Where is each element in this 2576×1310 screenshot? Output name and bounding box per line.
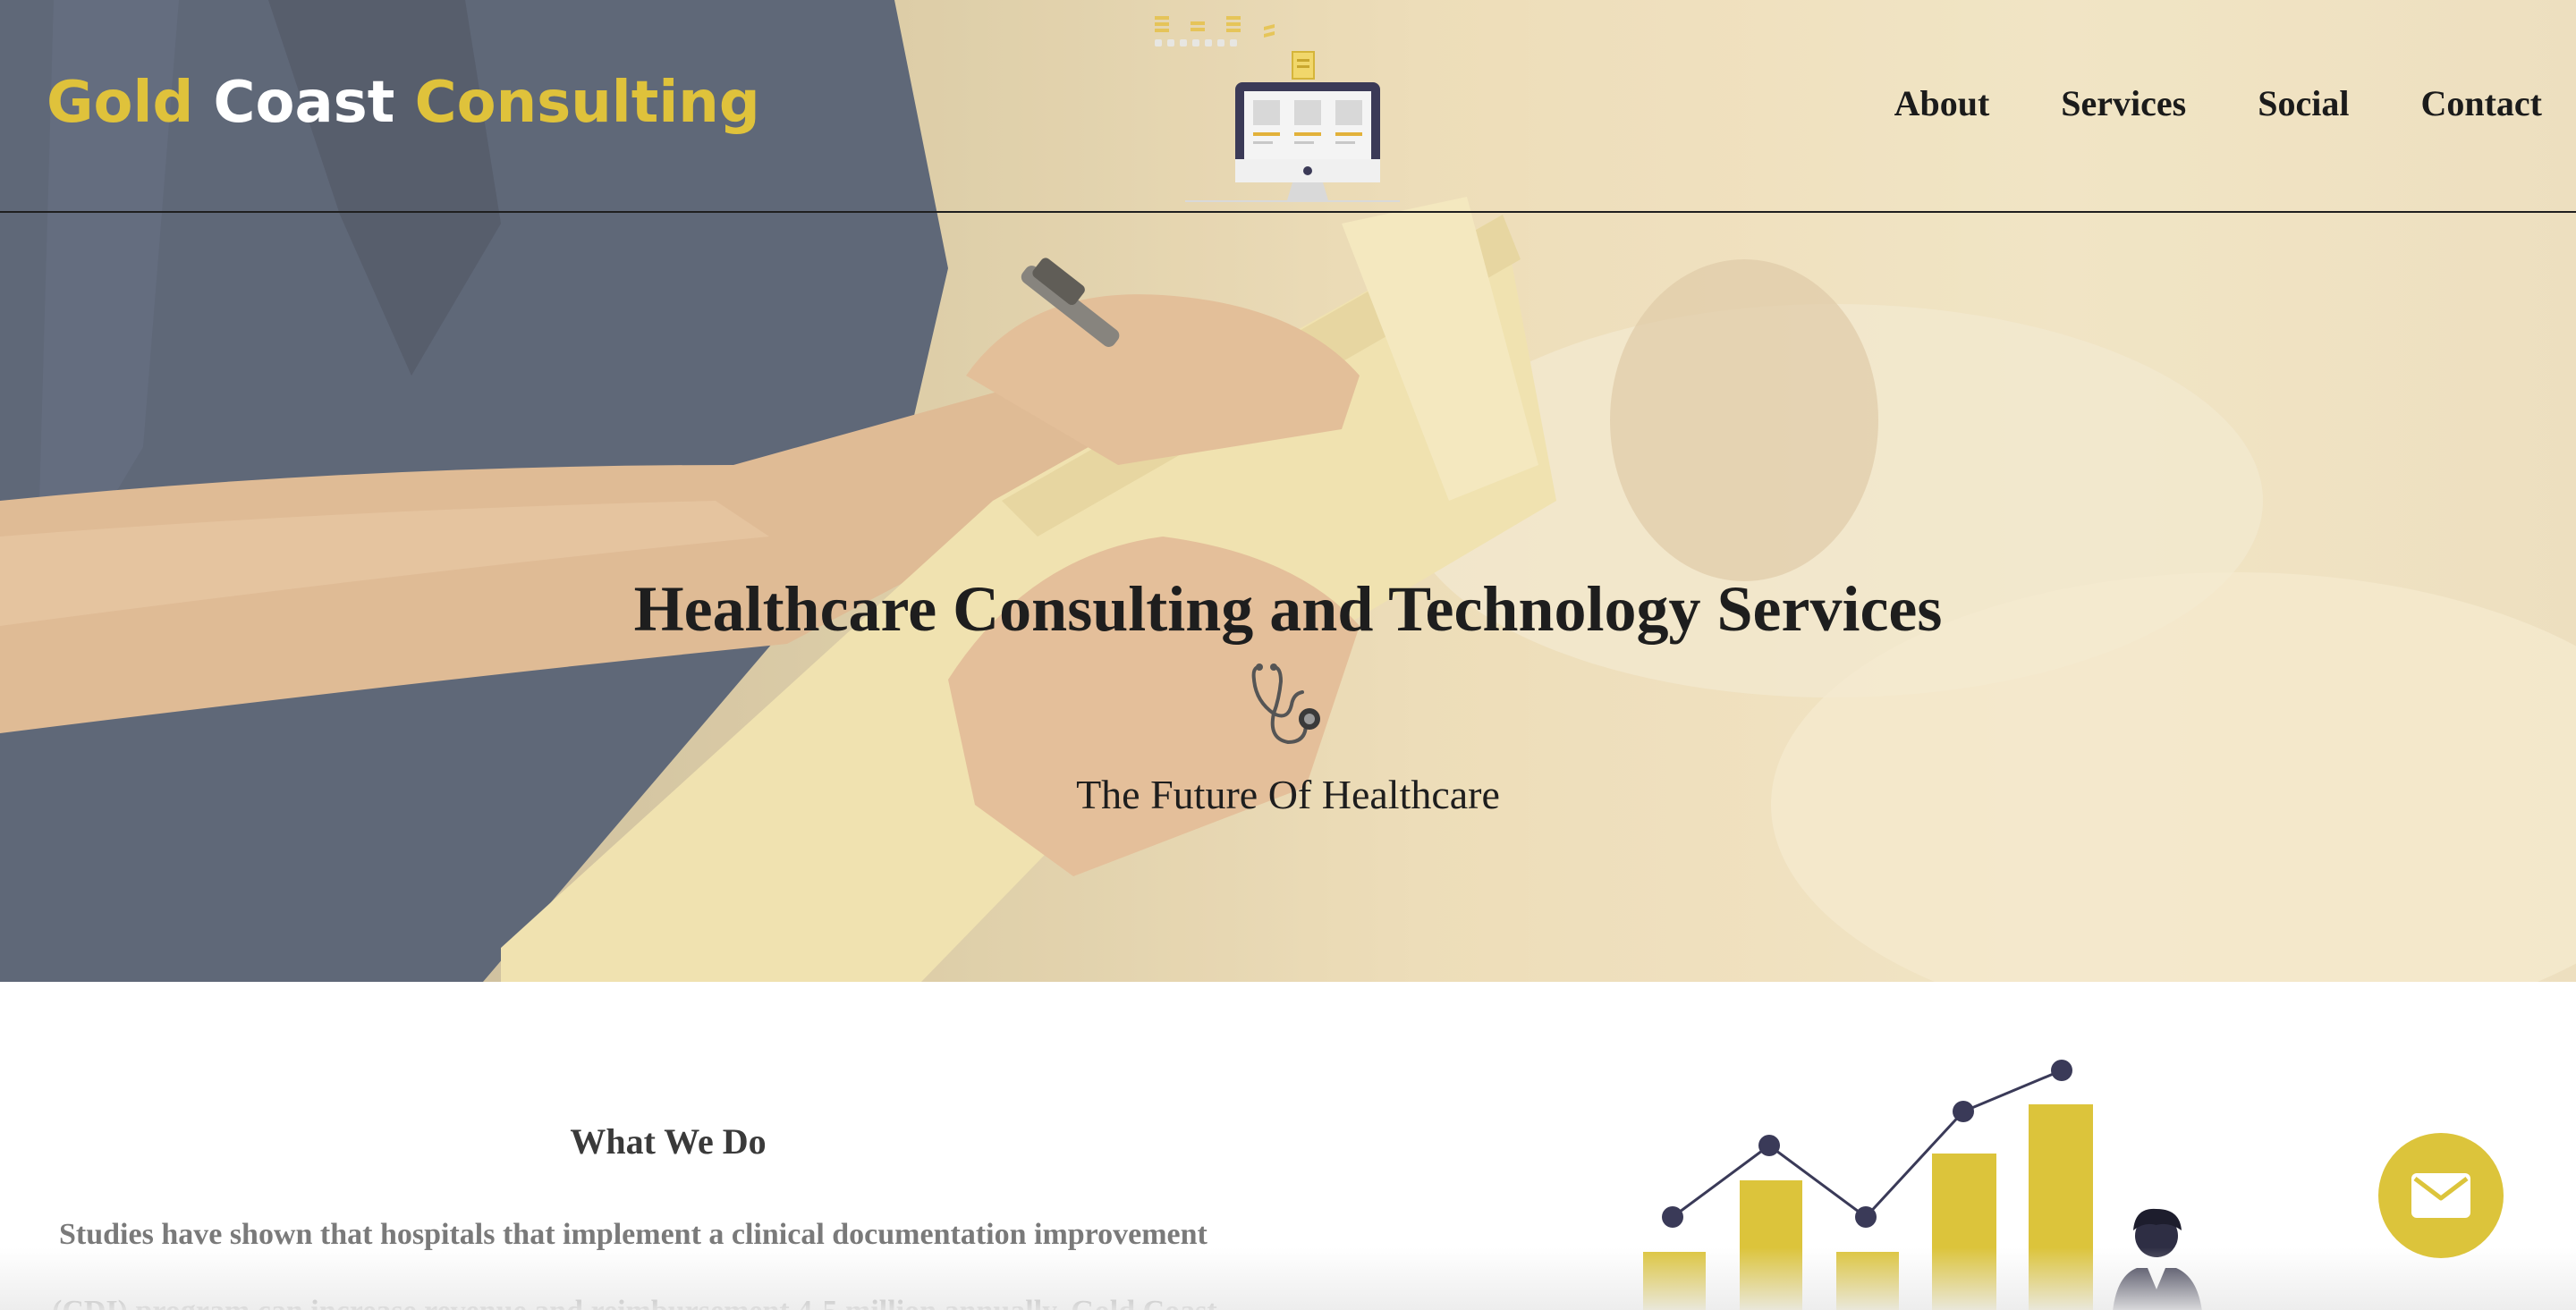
brand-logo[interactable]: Gold Coast Consulting xyxy=(47,70,760,136)
brand-word-consulting: Consulting xyxy=(414,70,760,136)
growth-chart-icon xyxy=(1643,1060,2202,1310)
mail-icon xyxy=(2411,1173,2470,1218)
hero-subtitle: The Future Of Healthcare xyxy=(1076,772,1500,817)
what-we-do-text-line1: Studies have shown that hospitals that i… xyxy=(59,1218,1208,1251)
nav-about[interactable]: About xyxy=(1894,82,1990,124)
site-header: Gold Coast Consulting About Services Soc… xyxy=(0,0,2576,213)
nav-contact[interactable]: Contact xyxy=(2420,82,2542,124)
nav-social[interactable]: Social xyxy=(2258,82,2349,124)
hero-section: Gold Coast Consulting About Services Soc… xyxy=(0,0,2576,982)
what-we-do-heading: What We Do xyxy=(570,1121,767,1162)
main-nav: About Services Social Contact xyxy=(1894,82,2542,124)
brand-word-gold: Gold xyxy=(47,70,194,136)
nav-services[interactable]: Services xyxy=(2061,82,2186,124)
contact-mail-button[interactable] xyxy=(2378,1133,2504,1258)
brand-word-coast: Coast xyxy=(213,70,395,136)
what-we-do-text-line2: (CDI) program can increase revenue and r… xyxy=(52,1295,1217,1310)
stethoscope-icon xyxy=(1251,663,1320,745)
computer-monitor-icon xyxy=(1155,16,1400,202)
hero-title: Healthcare Consulting and Technology Ser… xyxy=(633,573,1943,645)
